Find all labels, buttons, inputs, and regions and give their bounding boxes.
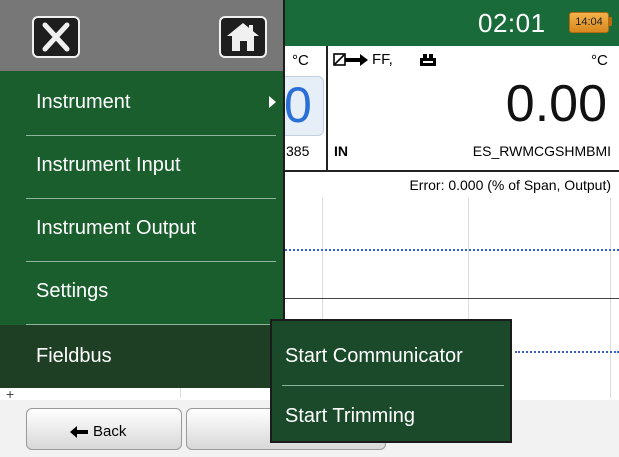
menu-item-instrument-output[interactable]: Instrument Output — [0, 197, 283, 260]
graph-limit-line — [280, 249, 619, 251]
clock: 02:01 — [478, 8, 546, 38]
menu-item-label: Settings — [36, 280, 109, 302]
submenu-item-label: Start Trimming — [285, 405, 416, 427]
back-button-label: Back — [93, 423, 127, 440]
close-icon — [42, 22, 70, 52]
main-menu: Instrument Instrument Input Instrument O… — [0, 0, 285, 388]
battery-icon — [608, 17, 612, 26]
instrument-tag: ES_RWMCGSHMBMI — [472, 143, 611, 159]
left-readout-id: 385 — [286, 143, 310, 159]
left-readout-value: 0 — [284, 77, 312, 133]
close-button[interactable] — [32, 16, 80, 58]
left-arrow-icon — [70, 426, 88, 438]
instrument-arrow-icon — [333, 53, 368, 66]
home-icon — [227, 23, 259, 51]
left-readout-unit: °C — [292, 52, 309, 69]
home-button[interactable] — [219, 16, 267, 58]
menu-item-label: Instrument Input — [36, 154, 181, 176]
menu-item-label: Instrument — [36, 91, 131, 113]
graph-limit-line — [515, 351, 619, 353]
menu-item-fieldbus[interactable]: Fieldbus — [0, 325, 283, 388]
protocol-label: FF, — [372, 51, 393, 68]
channel-label: IN — [334, 143, 348, 159]
start-communicator-item[interactable]: Start Communicator — [272, 323, 510, 383]
right-readout-value: 0.00 — [505, 75, 607, 133]
battery-indicator: 14:04 — [569, 12, 609, 33]
menu-item-label: Fieldbus — [36, 345, 112, 367]
graph-title: Error: 0.000 (% of Span, Output) — [409, 177, 611, 193]
instrument-icon — [420, 54, 436, 66]
submenu-item-label: Start Communicator — [285, 345, 463, 367]
start-trimming-item[interactable]: Start Trimming — [272, 383, 510, 443]
menu-item-label: Instrument Output — [36, 217, 197, 239]
menu-item-instrument-input[interactable]: Instrument Input — [0, 134, 283, 197]
menu-item-instrument[interactable]: Instrument — [0, 71, 283, 134]
fieldbus-submenu: Start Communicator Start Trimming — [270, 319, 512, 443]
menu-item-settings[interactable]: Settings — [0, 260, 283, 323]
chevron-right-icon — [269, 96, 276, 108]
right-readout-unit: °C — [591, 52, 608, 69]
